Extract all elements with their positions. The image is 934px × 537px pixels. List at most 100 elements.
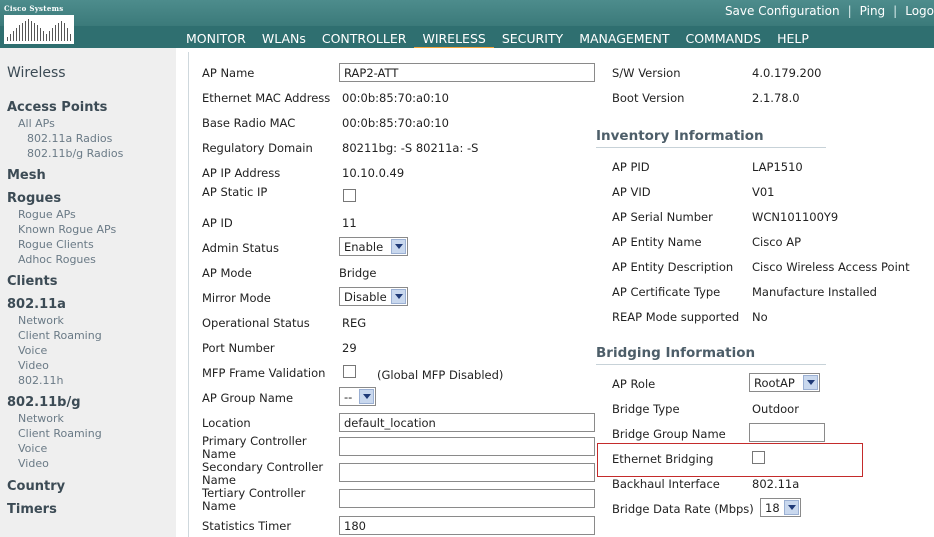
sidebar-item-80211bg[interactable]: 802.11b/g: [7, 395, 81, 410]
tertiary-controller-input[interactable]: [339, 489, 595, 508]
secondary-controller-input[interactable]: [339, 463, 595, 482]
bridge-data-rate-select[interactable]: 18: [760, 498, 801, 517]
nav-monitor[interactable]: MONITOR: [178, 29, 254, 48]
ap-name-input[interactable]: [339, 63, 595, 82]
bridge-type-value: Outdoor: [752, 402, 799, 416]
sidebar-item-rogue-clients[interactable]: Rogue Clients: [18, 238, 94, 251]
nav-controller[interactable]: CONTROLLER: [314, 29, 415, 48]
app-header: Cisco Systems Save Configuration | Ping | Lo…: [0, 0, 934, 50]
sidebar-item-adhoc-rogues[interactable]: Adhoc Rogues: [18, 253, 96, 266]
logo-text: Cisco Systems: [4, 4, 64, 13]
location-input[interactable]: [339, 413, 595, 432]
sidebar-item-a-client-roaming[interactable]: Client Roaming: [18, 329, 102, 342]
ap-entity-name-value: Cisco AP: [752, 235, 802, 249]
nav-security[interactable]: SECURITY: [494, 29, 571, 48]
ethernet-mac-label: Ethernet MAC Address: [202, 91, 331, 105]
utility-links: Save Configuration | Ping | Logo: [725, 4, 934, 18]
sidebar-item-80211a-radios[interactable]: 802.11a Radios: [27, 132, 112, 145]
sidebar-item-80211a[interactable]: 802.11a: [7, 297, 66, 312]
sidebar-item-known-rogue-aps[interactable]: Known Rogue APs: [18, 223, 116, 236]
sidebar-item-bg-voice[interactable]: Voice: [18, 442, 47, 455]
nav-commands[interactable]: COMMANDS: [677, 29, 769, 48]
sidebar-item-bg-client-roaming[interactable]: Client Roaming: [18, 427, 102, 440]
sidebar-item-80211bg-radios[interactable]: 802.11b/g Radios: [27, 147, 123, 160]
nav-management[interactable]: MANAGEMENT: [571, 29, 677, 48]
ap-entity-description-label: AP Entity Description: [612, 260, 734, 274]
sidebar-item-mesh[interactable]: Mesh: [7, 168, 46, 183]
mirror-mode-value: Disable: [344, 290, 387, 304]
operational-status-value: REG: [342, 316, 367, 330]
chevron-down-icon: [391, 239, 406, 254]
chevron-down-icon: [359, 389, 374, 404]
ap-role-value: RootAP: [754, 376, 795, 390]
mirror-mode-select[interactable]: Disable: [339, 287, 408, 306]
ap-entity-description-value: Cisco Wireless Access Point: [752, 260, 910, 274]
ethernet-bridging-checkbox[interactable]: [752, 451, 765, 464]
sidebar-item-all-aps[interactable]: All APs: [18, 117, 55, 130]
ap-static-ip-checkbox[interactable]: [343, 189, 356, 202]
chevron-down-icon: [391, 289, 406, 304]
bridge-data-rate-label: Bridge Data Rate (Mbps): [612, 502, 754, 516]
sw-version-label: S/W Version: [612, 66, 681, 80]
boot-version-label: Boot Version: [612, 91, 685, 105]
save-configuration-link[interactable]: Save Configuration: [725, 4, 840, 18]
ap-id-value: 11: [342, 216, 357, 230]
cisco-logo: Cisco Systems: [4, 4, 74, 44]
ethernet-mac-value: 00:0b:85:70:a0:10: [342, 91, 449, 105]
sidebar-item-bg-network[interactable]: Network: [18, 412, 64, 425]
nav-help[interactable]: HELP: [769, 29, 817, 48]
admin-status-select[interactable]: Enable: [339, 237, 408, 256]
sidebar-item-rogues[interactable]: Rogues: [7, 191, 61, 206]
sidebar-item-clients[interactable]: Clients: [7, 274, 57, 289]
sidebar: Wireless Access Points All APs 802.11a R…: [0, 48, 176, 537]
location-label: Location: [202, 416, 251, 430]
ping-link[interactable]: Ping: [860, 4, 886, 18]
ap-pid-value: LAP1510: [752, 160, 803, 174]
ap-certificate-type-label: AP Certificate Type: [612, 285, 721, 299]
mirror-mode-label: Mirror Mode: [202, 291, 271, 305]
sidebar-title: Wireless: [7, 65, 66, 81]
bridge-group-name-label: Bridge Group Name: [612, 427, 726, 441]
sidebar-item-rogue-aps[interactable]: Rogue APs: [18, 208, 76, 221]
mfp-validation-label: MFP Frame Validation: [202, 366, 326, 380]
sidebar-item-a-voice[interactable]: Voice: [18, 344, 47, 357]
sidebar-item-access-points[interactable]: Access Points: [7, 100, 107, 115]
ethernet-bridging-label: Ethernet Bridging: [612, 452, 714, 466]
logout-link[interactable]: Logo: [905, 4, 934, 18]
ap-mode-label: AP Mode: [202, 266, 252, 280]
ap-role-label: AP Role: [612, 377, 656, 391]
sidebar-item-country[interactable]: Country: [7, 479, 65, 494]
base-radio-mac-value: 00:0b:85:70:a0:10: [342, 116, 449, 130]
inventory-heading: Inventory Information: [596, 128, 764, 144]
sidebar-item-a-80211h[interactable]: 802.11h: [18, 374, 63, 387]
ap-role-select[interactable]: RootAP: [749, 373, 820, 392]
statistics-timer-label: Statistics Timer: [202, 519, 292, 533]
statistics-timer-input[interactable]: [339, 516, 595, 535]
ap-mode-value: Bridge: [339, 266, 377, 280]
main-nav: MONITOR WLANs CONTROLLER WIRELESS SECURI…: [178, 29, 817, 50]
mfp-validation-checkbox[interactable]: [343, 365, 356, 378]
ap-ip-value: 10.10.0.49: [342, 166, 405, 180]
bridge-group-name-input[interactable]: [749, 423, 825, 442]
ap-vid-value: V01: [752, 185, 775, 199]
ap-group-name-value: --: [344, 390, 353, 404]
admin-status-label: Admin Status: [202, 241, 279, 255]
sidebar-item-a-network[interactable]: Network: [18, 314, 64, 327]
port-number-value: 29: [342, 341, 357, 355]
ap-vid-label: AP VID: [612, 185, 651, 199]
primary-controller-input[interactable]: [339, 437, 595, 456]
chevron-down-icon: [784, 500, 799, 515]
sidebar-item-a-video[interactable]: Video: [18, 359, 49, 372]
backhaul-interface-value: 802.11a: [752, 477, 800, 491]
secondary-controller-label: Secondary Controller Name: [202, 460, 324, 487]
bridge-data-rate-value: 18: [765, 501, 780, 515]
operational-status-label: Operational Status: [202, 316, 310, 330]
sidebar-item-timers[interactable]: Timers: [7, 502, 57, 517]
ap-group-name-select[interactable]: --: [339, 387, 376, 406]
mfp-global-note: (Global MFP Disabled): [377, 368, 504, 382]
sidebar-item-bg-video[interactable]: Video: [18, 457, 49, 470]
nav-wlans[interactable]: WLANs: [254, 29, 314, 48]
util-separator: |: [893, 4, 898, 18]
nav-wireless[interactable]: WIRELESS: [414, 29, 495, 50]
regulatory-domain-value: 80211bg: -S 80211a: -S: [342, 141, 479, 155]
